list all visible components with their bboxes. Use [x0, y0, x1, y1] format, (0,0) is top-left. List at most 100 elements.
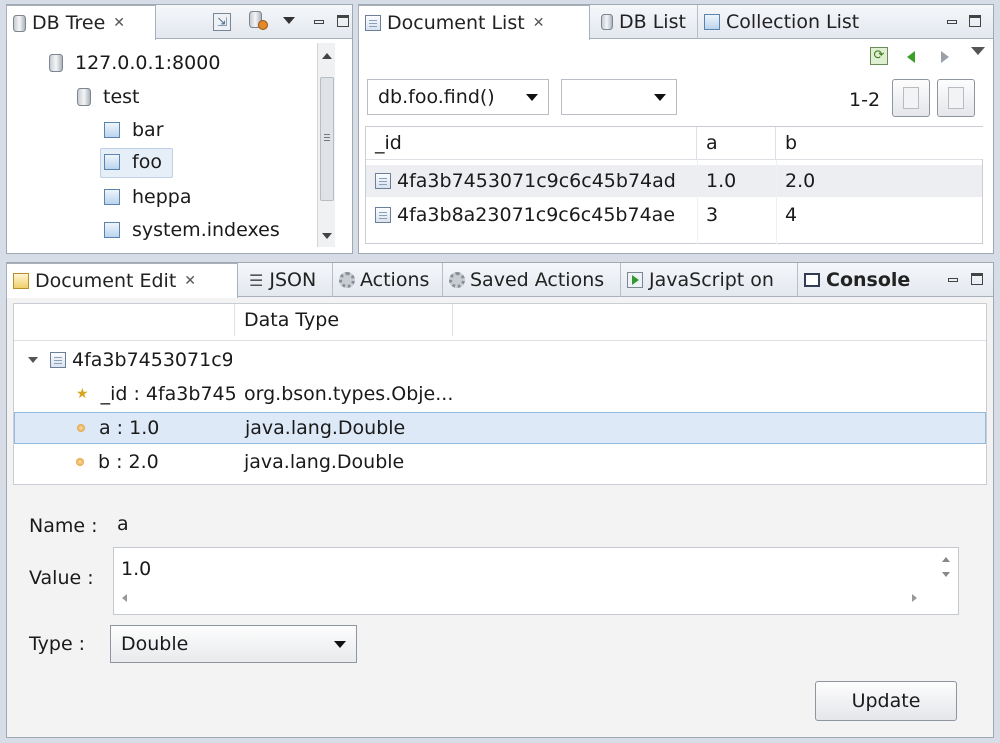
column-header-id[interactable]: _id [366, 127, 697, 159]
tree-row-selected[interactable]: a : 1.0 java.lang.Double [14, 412, 986, 444]
tab-db-tree-label: DB Tree [32, 12, 106, 34]
field-key-text: _id : 4fa3b745 [100, 383, 235, 405]
tree-scrollbar[interactable] [317, 43, 335, 247]
column-header-a[interactable]: a [697, 127, 776, 159]
column-header-data-type[interactable]: Data Type [235, 304, 453, 336]
collapse-icon[interactable] [28, 357, 38, 363]
collection-icon [701, 11, 720, 30]
field-key: b : 2.0 [76, 446, 235, 478]
secondary-select[interactable] [561, 79, 677, 115]
tab-actions[interactable]: Actions [332, 263, 435, 297]
next-icon[interactable] [941, 51, 949, 63]
tab-document-edit[interactable]: Document Edit ✕ [6, 263, 238, 298]
field-type: java.lang.Double [245, 417, 406, 439]
field-type: java.lang.Double [244, 451, 405, 473]
scroll-up-icon[interactable] [942, 557, 950, 562]
db-settings-icon[interactable] [249, 11, 269, 31]
maximize-icon[interactable] [336, 14, 350, 28]
view-menu-icon[interactable] [283, 17, 295, 24]
tab-saved-actions[interactable]: Saved Actions [442, 263, 610, 297]
field-key: ★ _id : 4fa3b745 [76, 378, 235, 410]
tab-javascript[interactable]: JavaScript on [620, 263, 780, 297]
minimize-icon[interactable] [312, 14, 326, 28]
name-label: Name : [29, 515, 98, 537]
previous-icon[interactable] [907, 51, 915, 63]
cell-b: 4 [785, 204, 798, 226]
scroll-left-icon[interactable] [122, 594, 127, 602]
page-range: 1-2 [849, 89, 881, 111]
field-key: a : 1.0 [77, 412, 236, 444]
tab-label: Actions [360, 269, 430, 291]
minimize-icon[interactable] [945, 14, 959, 28]
document-table: _id a b 4fa3b7453071c9c6c45b74ad 1.0 2.0… [365, 126, 983, 244]
database-icon [601, 14, 613, 30]
cell-a: 3 [706, 204, 719, 226]
tree-item-label: system.indexes [132, 219, 280, 241]
tree-row[interactable]: ★ _id : 4fa3b745 org.bson.types.Obje... [14, 378, 986, 410]
tree-item-database[interactable]: test [77, 82, 143, 112]
root-label: 4fa3b7453071c9 [72, 349, 232, 371]
column-header-b[interactable]: b [776, 127, 983, 159]
field-key-text: a : 1.0 [99, 417, 160, 439]
close-icon[interactable]: ✕ [113, 15, 125, 31]
tree-item-server[interactable]: 127.0.0.1:8000 [49, 48, 223, 78]
refresh-icon[interactable]: ⟳ [870, 47, 888, 65]
tab-label: Console [826, 269, 911, 291]
chevron-down-icon [526, 94, 538, 101]
cell-id: 4fa3b8a23071c9c6c45b74ae [366, 199, 697, 231]
table-row[interactable]: 4fa3b7453071c9c6c45b74ad 1.0 2.0 [366, 165, 982, 197]
tree-item-collection[interactable]: heppa [101, 182, 195, 212]
query-select-value: db.foo.find() [378, 86, 495, 108]
edit-icon [13, 273, 29, 289]
tab-collection-list[interactable]: Collection List [697, 5, 865, 39]
scroll-down-icon[interactable] [322, 233, 332, 239]
tab-db-list[interactable]: DB List [595, 5, 692, 39]
collection-icon [101, 186, 120, 205]
document-edit-tabbar: Document Edit ✕ ☰ JSON Actions Saved Act… [6, 263, 993, 298]
last-page-button[interactable] [937, 79, 975, 117]
column-header-key[interactable] [14, 304, 235, 336]
table-row[interactable]: 4fa3b8a23071c9c6c45b74ae 3 4 [366, 199, 982, 231]
tree-item-collection-selected[interactable]: foo [100, 147, 173, 178]
value-textarea[interactable]: 1.0 [113, 547, 959, 615]
tree-item-collection[interactable]: system.indexes [101, 215, 283, 245]
tab-document-list[interactable]: Document List ✕ [358, 5, 590, 40]
scroll-right-icon[interactable] [912, 594, 917, 602]
view-menu-icon[interactable] [971, 47, 985, 55]
tree-item-label: foo [132, 151, 162, 173]
tab-label: JavaScript on [649, 269, 774, 291]
minimize-icon[interactable] [946, 272, 960, 286]
type-select[interactable]: Double [110, 625, 357, 663]
tree-row[interactable]: b : 2.0 java.lang.Double [14, 446, 986, 478]
chevron-down-icon [334, 641, 346, 648]
document-icon [375, 207, 391, 223]
scroll-down-icon[interactable] [942, 572, 950, 577]
scroll-thumb[interactable] [320, 77, 334, 201]
document-icon [50, 352, 66, 368]
list-icon: ☰ [249, 270, 264, 290]
last-page-icon [948, 87, 964, 109]
cell-b: 2.0 [785, 170, 816, 192]
tab-db-tree[interactable]: DB Tree ✕ [6, 5, 156, 40]
field-key-text: b : 2.0 [98, 451, 159, 473]
tab-json[interactable]: ☰ JSON [243, 263, 322, 297]
tree-row-root[interactable]: 4fa3b7453071c9 [14, 344, 986, 376]
close-icon[interactable]: ✕ [533, 15, 545, 31]
close-icon[interactable]: ✕ [184, 273, 196, 289]
first-page-button[interactable] [892, 79, 930, 117]
db-tree-tabbar: DB Tree ✕ ⇲ [6, 5, 352, 40]
scroll-up-icon[interactable] [322, 53, 332, 59]
server-icon [49, 54, 63, 72]
maximize-icon[interactable] [968, 14, 982, 28]
query-select[interactable]: db.foo.find() [367, 79, 549, 115]
tab-label: Saved Actions [470, 269, 605, 291]
tree-item-collection[interactable]: bar [101, 115, 167, 145]
database-icon [77, 88, 91, 106]
maximize-icon[interactable] [970, 272, 984, 286]
gear-icon [449, 272, 465, 288]
star-icon: ★ [76, 386, 89, 402]
collapse-all-icon[interactable]: ⇲ [213, 13, 231, 31]
collection-icon [101, 151, 120, 170]
update-button[interactable]: Update [815, 681, 957, 721]
tab-console[interactable]: Console [797, 263, 916, 297]
